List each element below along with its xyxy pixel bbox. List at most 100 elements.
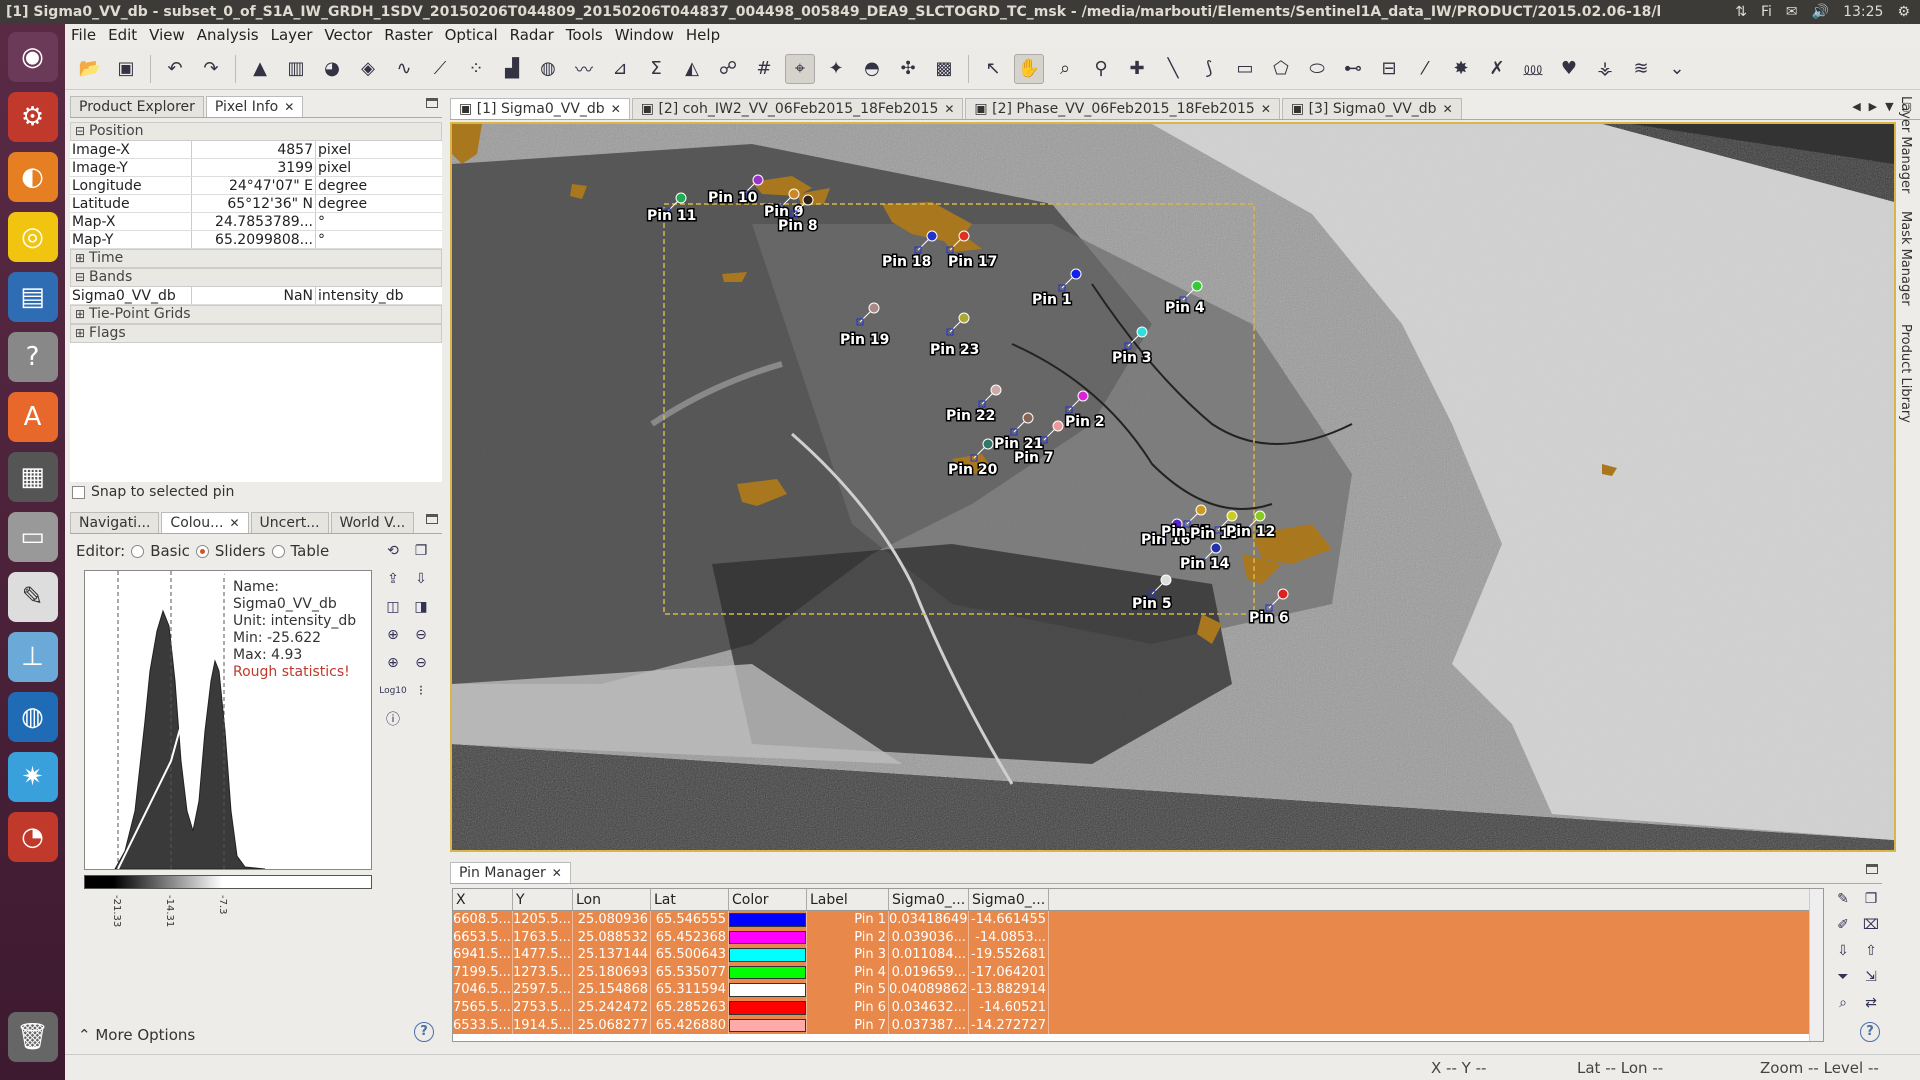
tab-world-view[interactable]: World V...: [330, 512, 415, 533]
pan-tool-icon[interactable]: ✋: [1014, 53, 1044, 84]
header-sigma0-2[interactable]: Sigma0_...: [969, 889, 1049, 910]
sentinel-icon[interactable]: ✷: [7, 752, 58, 802]
cell-lat[interactable]: 65.285263: [651, 998, 729, 1017]
writer-icon[interactable]: ▤: [7, 272, 58, 322]
undo-icon[interactable]: ↶: [160, 54, 190, 84]
information-icon[interactable]: ◍: [533, 54, 563, 84]
table-row[interactable]: 6533.5... 1914.5... 25.068277 65.426880 Pin …: [453, 1016, 1823, 1035]
cell-color[interactable]: [729, 1016, 807, 1035]
keyboard-language[interactable]: Fi: [1761, 4, 1772, 20]
header-label[interactable]: Label: [807, 889, 889, 910]
settings-icon[interactable]: ⚙: [1897, 4, 1910, 20]
info-icon[interactable]: ⁝: [410, 680, 432, 702]
table-row[interactable]: 7199.5... 1273.5... 25.180693 65.535077 Pin …: [453, 963, 1823, 982]
group-tie-point-grids[interactable]: ⊞ Tie-Point Grids: [70, 305, 442, 324]
calculator-icon[interactable]: ▦: [7, 452, 58, 502]
tab-pin-manager[interactable]: Pin Manager ✕: [450, 862, 571, 883]
volume-icon[interactable]: 🔊: [1812, 4, 1829, 20]
header-color[interactable]: Color: [729, 889, 807, 910]
product-library-tab[interactable]: Product Library: [1898, 324, 1913, 423]
vertical-scrollbar[interactable]: [1809, 889, 1823, 1041]
header-lat[interactable]: Lat: [651, 889, 729, 910]
help-app-icon[interactable]: ?: [7, 332, 58, 382]
stamp-icon[interactable]: ⚶: [1590, 54, 1620, 84]
mask-icon[interactable]: ◭: [677, 54, 707, 84]
close-icon[interactable]: ✕: [284, 100, 294, 114]
transfer-pins-icon[interactable]: ⇄: [1860, 992, 1882, 1014]
group-flags[interactable]: ⊞ Flags: [70, 324, 442, 343]
range-100-icon[interactable]: ◨: [410, 596, 432, 618]
copy-pin-icon[interactable]: ❐: [1860, 888, 1882, 910]
cell-s1[interactable]: 0.034632...: [889, 998, 969, 1017]
minimize-icon[interactable]: [1866, 864, 1878, 874]
tab-product-explorer[interactable]: Product Explorer: [70, 96, 204, 117]
scroll-left-icon[interactable]: ◀: [1852, 100, 1860, 113]
cell-lon[interactable]: 25.088532: [573, 928, 651, 947]
import-icon[interactable]: ⇪: [382, 568, 404, 590]
cell-label[interactable]: Pin 2: [807, 928, 889, 947]
cell-label[interactable]: Pin 1: [807, 911, 889, 929]
trash-icon[interactable]: 🗑: [7, 1012, 58, 1062]
scroll-right-icon[interactable]: ▶: [1869, 100, 1877, 113]
polygon-drawing-icon[interactable]: ⬠: [1266, 54, 1296, 84]
menu-tools[interactable]: Tools: [560, 26, 609, 44]
cell-s1[interactable]: 0.039036...: [889, 928, 969, 947]
globe-icon[interactable]: ◍: [7, 692, 58, 742]
redo-icon[interactable]: ↷: [196, 54, 226, 84]
tab-uncertainty[interactable]: Uncert...: [250, 512, 329, 533]
histogram-icon[interactable]: ▟: [497, 54, 527, 84]
star-icon[interactable]: ✸: [1446, 54, 1476, 84]
header-y[interactable]: Y: [513, 889, 573, 910]
slider-value-mid[interactable]: -14.31: [164, 895, 175, 927]
tab-image-view-4[interactable]: ▣ [3] Sigma0_VV_db ✕: [1281, 98, 1462, 119]
close-icon[interactable]: ✕: [1261, 102, 1271, 116]
cell-label[interactable]: Pin 5: [807, 981, 889, 999]
gcp-icon[interactable]: ✦: [821, 54, 851, 84]
cell-lat[interactable]: 65.452368: [651, 928, 729, 947]
menu-optical[interactable]: Optical: [439, 26, 504, 44]
header-lon[interactable]: Lon: [573, 889, 651, 910]
cell-y[interactable]: 1763.5...: [513, 928, 573, 947]
software-center-icon[interactable]: A: [7, 392, 58, 442]
cell-y[interactable]: 2597.5...: [513, 981, 573, 999]
scatter-plot-icon[interactable]: ⁘: [461, 54, 491, 84]
cell-y[interactable]: 1205.5...: [513, 911, 573, 929]
close-icon[interactable]: ✕: [229, 516, 239, 530]
menu-file[interactable]: File: [65, 26, 102, 44]
menu-edit[interactable]: Edit: [102, 26, 143, 44]
world-map-icon[interactable]: ◓: [857, 54, 887, 84]
layer-manager-tab[interactable]: Layer Manager: [1898, 96, 1913, 193]
cell-lon[interactable]: 25.068277: [573, 1016, 651, 1035]
header-x[interactable]: X: [453, 889, 513, 910]
settings-app-icon[interactable]: ⚙: [7, 92, 58, 142]
cell-x[interactable]: 7199.5...: [453, 963, 513, 982]
cell-s2[interactable]: -14.661455: [969, 911, 1049, 929]
chrome-icon[interactable]: ◎: [7, 212, 58, 262]
cell-s2[interactable]: -14.0853...: [969, 928, 1049, 947]
qr-icon[interactable]: ▩: [929, 54, 959, 84]
cell-lat[interactable]: 65.546555: [651, 911, 729, 929]
zoom-to-pin-icon[interactable]: ⌕: [1832, 992, 1854, 1014]
cell-x[interactable]: 6941.5...: [453, 946, 513, 964]
new-pin-icon[interactable]: ✎: [1832, 888, 1854, 910]
time-series-icon[interactable]: 〰: [569, 54, 599, 84]
cell-x[interactable]: 7046.5...: [453, 981, 513, 999]
histogram[interactable]: Name: Sigma0_VV_db Unit: intensity_db Mi…: [84, 570, 372, 870]
import-pins-icon[interactable]: ⇩: [1832, 940, 1854, 962]
profile-plot-icon[interactable]: ⟋: [425, 54, 455, 84]
save-product-icon[interactable]: ▣: [111, 54, 141, 84]
cell-s2[interactable]: -19.552681: [969, 946, 1049, 964]
cell-y[interactable]: 1914.5...: [513, 1016, 573, 1035]
reset-icon[interactable]: ⟲: [382, 540, 404, 562]
cell-s2[interactable]: -13.882914: [969, 981, 1049, 999]
dash-icon[interactable]: ◉: [7, 32, 58, 82]
menu-window[interactable]: Window: [609, 26, 680, 44]
snap-to-pin-checkbox[interactable]: Snap to selected pin: [72, 484, 234, 500]
rgb-image-icon[interactable]: ◕: [317, 54, 347, 84]
help-icon[interactable]: ?: [414, 1022, 434, 1042]
radio-basic[interactable]: [131, 544, 145, 558]
cell-color[interactable]: [729, 928, 807, 947]
cell-y[interactable]: 1477.5...: [513, 946, 573, 964]
density-plot-icon[interactable]: ⊿: [605, 54, 635, 84]
snap-icon[interactable]: ⊥: [7, 632, 58, 682]
